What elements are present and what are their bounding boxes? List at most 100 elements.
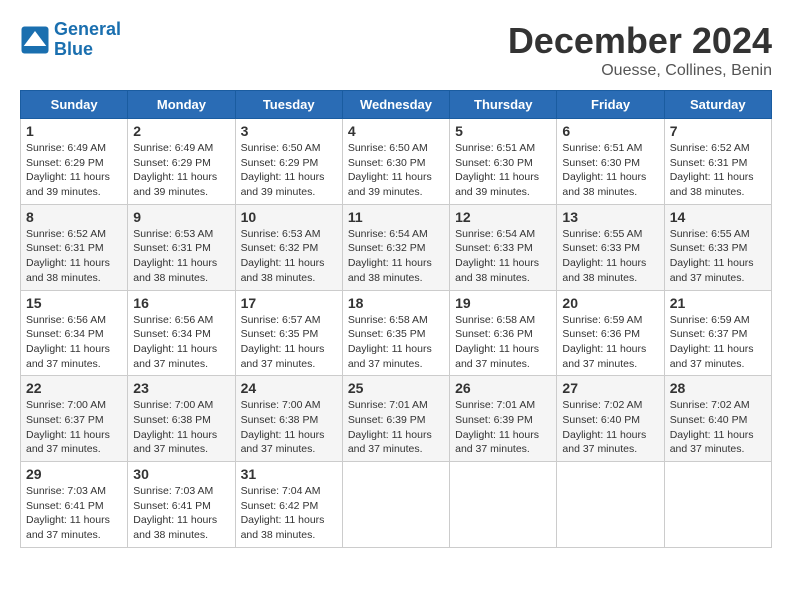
logo-general: General [54,19,121,39]
day-info: Sunrise: 6:55 AMSunset: 6:33 PMDaylight:… [562,228,646,284]
calendar-cell: 21 Sunrise: 6:59 AMSunset: 6:37 PMDaylig… [664,290,771,376]
calendar-week-row: 8 Sunrise: 6:52 AMSunset: 6:31 PMDayligh… [21,204,772,290]
day-number: 3 [241,123,337,139]
day-number: 28 [670,380,766,396]
day-number: 7 [670,123,766,139]
day-number: 12 [455,209,551,225]
day-number: 2 [133,123,229,139]
day-number: 14 [670,209,766,225]
day-info: Sunrise: 6:51 AMSunset: 6:30 PMDaylight:… [455,142,539,198]
calendar-week-row: 22 Sunrise: 7:00 AMSunset: 6:37 PMDaylig… [21,376,772,462]
day-number: 30 [133,466,229,482]
calendar-cell: 2 Sunrise: 6:49 AMSunset: 6:29 PMDayligh… [128,119,235,205]
day-number: 6 [562,123,658,139]
day-info: Sunrise: 7:00 AMSunset: 6:38 PMDaylight:… [133,399,217,455]
calendar-cell: 29 Sunrise: 7:03 AMSunset: 6:41 PMDaylig… [21,462,128,548]
day-info: Sunrise: 7:00 AMSunset: 6:38 PMDaylight:… [241,399,325,455]
day-info: Sunrise: 7:03 AMSunset: 6:41 PMDaylight:… [133,485,217,541]
day-number: 4 [348,123,444,139]
day-number: 10 [241,209,337,225]
day-number: 25 [348,380,444,396]
day-info: Sunrise: 6:59 AMSunset: 6:36 PMDaylight:… [562,314,646,370]
calendar-table: SundayMondayTuesdayWednesdayThursdayFrid… [20,90,772,548]
day-info: Sunrise: 6:59 AMSunset: 6:37 PMDaylight:… [670,314,754,370]
calendar-cell: 11 Sunrise: 6:54 AMSunset: 6:32 PMDaylig… [342,204,449,290]
day-number: 17 [241,295,337,311]
day-info: Sunrise: 6:56 AMSunset: 6:34 PMDaylight:… [26,314,110,370]
calendar-cell: 9 Sunrise: 6:53 AMSunset: 6:31 PMDayligh… [128,204,235,290]
calendar-cell: 16 Sunrise: 6:56 AMSunset: 6:34 PMDaylig… [128,290,235,376]
calendar-cell: 25 Sunrise: 7:01 AMSunset: 6:39 PMDaylig… [342,376,449,462]
logo-blue: Blue [54,39,93,59]
weekday-header: Friday [557,91,664,119]
calendar-cell: 14 Sunrise: 6:55 AMSunset: 6:33 PMDaylig… [664,204,771,290]
day-info: Sunrise: 6:53 AMSunset: 6:31 PMDaylight:… [133,228,217,284]
day-info: Sunrise: 6:50 AMSunset: 6:29 PMDaylight:… [241,142,325,198]
day-number: 31 [241,466,337,482]
location: Ouesse, Collines, Benin [508,62,772,80]
calendar-cell: 31 Sunrise: 7:04 AMSunset: 6:42 PMDaylig… [235,462,342,548]
day-number: 13 [562,209,658,225]
calendar-cell: 28 Sunrise: 7:02 AMSunset: 6:40 PMDaylig… [664,376,771,462]
title-area: December 2024 Ouesse, Collines, Benin [508,20,772,80]
day-number: 27 [562,380,658,396]
day-info: Sunrise: 6:52 AMSunset: 6:31 PMDaylight:… [670,142,754,198]
calendar-cell [342,462,449,548]
day-number: 18 [348,295,444,311]
day-info: Sunrise: 7:00 AMSunset: 6:37 PMDaylight:… [26,399,110,455]
calendar-week-row: 29 Sunrise: 7:03 AMSunset: 6:41 PMDaylig… [21,462,772,548]
day-number: 16 [133,295,229,311]
day-number: 22 [26,380,122,396]
calendar-cell: 4 Sunrise: 6:50 AMSunset: 6:30 PMDayligh… [342,119,449,205]
day-number: 21 [670,295,766,311]
weekday-header: Thursday [450,91,557,119]
weekday-header: Wednesday [342,91,449,119]
calendar-cell: 30 Sunrise: 7:03 AMSunset: 6:41 PMDaylig… [128,462,235,548]
calendar-cell: 13 Sunrise: 6:55 AMSunset: 6:33 PMDaylig… [557,204,664,290]
day-number: 26 [455,380,551,396]
day-number: 15 [26,295,122,311]
calendar-cell [557,462,664,548]
calendar-cell: 19 Sunrise: 6:58 AMSunset: 6:36 PMDaylig… [450,290,557,376]
day-info: Sunrise: 7:02 AMSunset: 6:40 PMDaylight:… [562,399,646,455]
calendar-header-row: SundayMondayTuesdayWednesdayThursdayFrid… [21,91,772,119]
day-number: 24 [241,380,337,396]
day-info: Sunrise: 7:01 AMSunset: 6:39 PMDaylight:… [455,399,539,455]
logo-icon [20,25,50,55]
day-info: Sunrise: 6:51 AMSunset: 6:30 PMDaylight:… [562,142,646,198]
weekday-header: Sunday [21,91,128,119]
day-info: Sunrise: 6:50 AMSunset: 6:30 PMDaylight:… [348,142,432,198]
day-info: Sunrise: 6:56 AMSunset: 6:34 PMDaylight:… [133,314,217,370]
day-info: Sunrise: 7:04 AMSunset: 6:42 PMDaylight:… [241,485,325,541]
day-info: Sunrise: 6:58 AMSunset: 6:35 PMDaylight:… [348,314,432,370]
day-number: 29 [26,466,122,482]
page-header: General Blue December 2024 Ouesse, Colli… [20,20,772,80]
calendar-cell: 17 Sunrise: 6:57 AMSunset: 6:35 PMDaylig… [235,290,342,376]
calendar-cell: 5 Sunrise: 6:51 AMSunset: 6:30 PMDayligh… [450,119,557,205]
month-title: December 2024 [508,20,772,62]
logo: General Blue [20,20,121,60]
day-info: Sunrise: 7:03 AMSunset: 6:41 PMDaylight:… [26,485,110,541]
day-info: Sunrise: 7:01 AMSunset: 6:39 PMDaylight:… [348,399,432,455]
calendar-cell: 15 Sunrise: 6:56 AMSunset: 6:34 PMDaylig… [21,290,128,376]
calendar-cell: 22 Sunrise: 7:00 AMSunset: 6:37 PMDaylig… [21,376,128,462]
calendar-cell: 26 Sunrise: 7:01 AMSunset: 6:39 PMDaylig… [450,376,557,462]
day-info: Sunrise: 6:57 AMSunset: 6:35 PMDaylight:… [241,314,325,370]
calendar-week-row: 15 Sunrise: 6:56 AMSunset: 6:34 PMDaylig… [21,290,772,376]
logo-text: General Blue [54,20,121,60]
weekday-header: Tuesday [235,91,342,119]
calendar-cell: 7 Sunrise: 6:52 AMSunset: 6:31 PMDayligh… [664,119,771,205]
calendar-cell: 18 Sunrise: 6:58 AMSunset: 6:35 PMDaylig… [342,290,449,376]
day-number: 1 [26,123,122,139]
day-info: Sunrise: 7:02 AMSunset: 6:40 PMDaylight:… [670,399,754,455]
day-info: Sunrise: 6:49 AMSunset: 6:29 PMDaylight:… [133,142,217,198]
day-info: Sunrise: 6:55 AMSunset: 6:33 PMDaylight:… [670,228,754,284]
calendar-cell: 20 Sunrise: 6:59 AMSunset: 6:36 PMDaylig… [557,290,664,376]
day-number: 11 [348,209,444,225]
day-info: Sunrise: 6:49 AMSunset: 6:29 PMDaylight:… [26,142,110,198]
day-info: Sunrise: 6:52 AMSunset: 6:31 PMDaylight:… [26,228,110,284]
day-info: Sunrise: 6:58 AMSunset: 6:36 PMDaylight:… [455,314,539,370]
day-info: Sunrise: 6:53 AMSunset: 6:32 PMDaylight:… [241,228,325,284]
day-number: 19 [455,295,551,311]
calendar-cell: 1 Sunrise: 6:49 AMSunset: 6:29 PMDayligh… [21,119,128,205]
